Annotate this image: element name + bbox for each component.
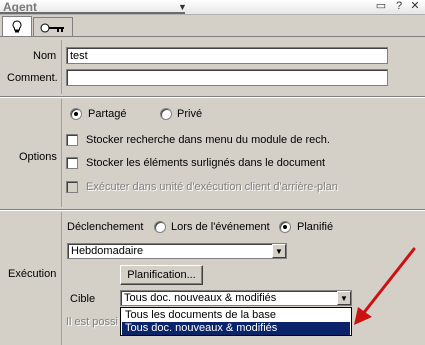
- tab-basics[interactable]: [2, 16, 32, 37]
- background-thread-checkbox: [66, 181, 78, 193]
- target-value: Tous doc. nouveaux & modifiés: [124, 292, 277, 304]
- comment-label: Comment.: [7, 72, 58, 84]
- section-divider: [61, 40, 62, 94]
- chevron-down-icon[interactable]: ▼: [337, 291, 351, 305]
- section-divider: [61, 99, 62, 207]
- execution-label: Exécution: [8, 268, 57, 280]
- frequency-value: Hebdomadaire: [71, 245, 144, 257]
- bulb-icon: [12, 20, 22, 33]
- schedule-button[interactable]: Planification...: [120, 265, 203, 285]
- shared-label: Partagé: [88, 108, 127, 120]
- nom-field[interactable]: test: [66, 47, 388, 64]
- annotation-arrow-icon: [354, 247, 416, 325]
- help-icon[interactable]: ?: [393, 0, 405, 12]
- shared-radio[interactable]: [70, 108, 82, 120]
- trigger-label: Déclenchement: [67, 221, 144, 233]
- hint-text: Il est possi: [66, 316, 118, 328]
- comment-field[interactable]: [66, 69, 388, 86]
- agent-window: Agent ▼ ▭ ? ✕ Nom test Comment. Options …: [0, 0, 425, 345]
- on-event-radio[interactable]: [154, 221, 166, 233]
- title-bar: Agent ▼ ▭ ? ✕: [0, 0, 425, 15]
- store-search-checkbox[interactable]: [66, 134, 78, 146]
- separator: [0, 96, 425, 98]
- target-select[interactable]: Tous doc. nouveaux & modifiés ▼: [120, 290, 352, 306]
- store-highlights-label: Stocker les éléments surlignés dans le d…: [86, 157, 326, 169]
- store-search-label: Stocker recherche dans menu du module de…: [86, 134, 330, 146]
- frequency-select[interactable]: Hebdomadaire ▼: [67, 243, 287, 259]
- title-underline: [0, 12, 185, 14]
- section-divider: [61, 212, 62, 345]
- separator: [0, 209, 425, 211]
- scheduled-radio[interactable]: [279, 221, 291, 233]
- store-highlights-checkbox[interactable]: [66, 157, 78, 169]
- tab-security[interactable]: [33, 17, 73, 37]
- private-label: Privé: [177, 108, 203, 120]
- on-event-label: Lors de l'événement: [171, 221, 270, 233]
- target-dropdown-list: Tous les documents de la base Tous doc. …: [120, 307, 352, 336]
- tab-strip: [0, 15, 425, 37]
- options-label: Options: [19, 151, 57, 163]
- title-menu-arrow-icon[interactable]: ▼: [178, 2, 187, 12]
- target-option-selected[interactable]: Tous doc. nouveaux & modifiés: [122, 322, 350, 335]
- nom-label: Nom: [33, 50, 57, 62]
- chevron-down-icon[interactable]: ▼: [272, 244, 286, 258]
- tab-baseline: [0, 36, 425, 37]
- target-option[interactable]: Tous les documents de la base: [122, 309, 350, 322]
- target-label: Cible: [70, 293, 96, 305]
- key-icon: [40, 23, 64, 32]
- scheduled-label: Planifié: [297, 221, 334, 233]
- private-radio[interactable]: [160, 108, 172, 120]
- background-thread-label: Exécuter dans unité d'exécution client d…: [86, 181, 338, 193]
- close-icon[interactable]: ✕: [409, 0, 421, 12]
- minimize-icon[interactable]: ▭: [375, 0, 387, 12]
